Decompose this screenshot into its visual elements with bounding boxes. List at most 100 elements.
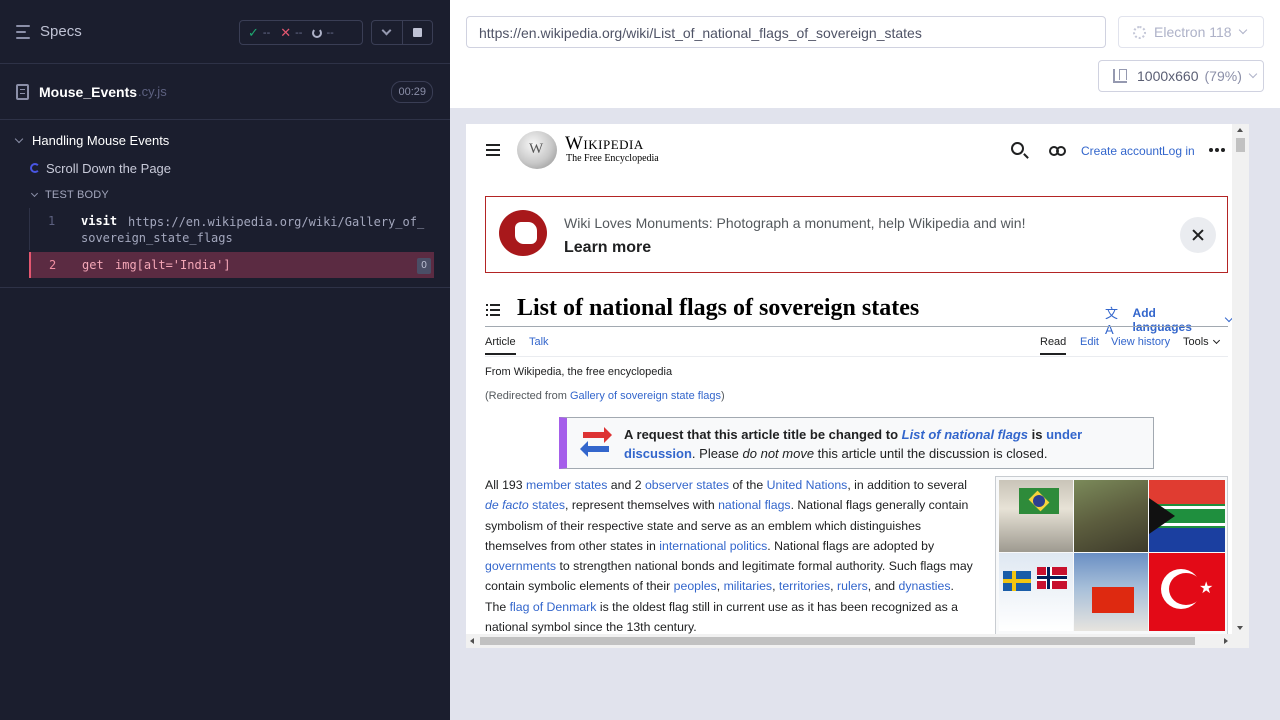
tab-view-history[interactable]: View history <box>1111 336 1170 348</box>
runner-controls <box>371 20 433 45</box>
wikipedia-page: Wikipedia The Free Encyclopedia Create a… <box>466 124 1234 636</box>
viewport-size: 1000x660 <box>1137 68 1199 84</box>
rulers-link[interactable]: rulers <box>837 579 868 593</box>
united-nations-link[interactable]: United Nations <box>767 478 848 492</box>
tab-talk[interactable]: Talk <box>529 336 549 348</box>
scroll-thumb[interactable] <box>480 637 1195 645</box>
chevron-down-icon <box>381 25 392 36</box>
suite-title[interactable]: Handling Mouse Events <box>0 126 450 154</box>
observer-states-link[interactable]: observer states <box>645 478 729 492</box>
translate-icon: 文A <box>1105 306 1119 337</box>
table-of-contents-icon[interactable] <box>486 304 500 316</box>
governments-link[interactable]: governments <box>485 559 556 573</box>
militaries-link[interactable]: militaries <box>724 579 773 593</box>
command-row[interactable]: 1 visit https://en.wikipedia.org/wiki/Ga… <box>29 208 434 250</box>
test-body-header[interactable]: TEST BODY <box>0 182 450 208</box>
scroll-left-icon <box>470 638 474 644</box>
close-icon[interactable] <box>1180 217 1216 253</box>
discussion-link[interactable]: discussion <box>624 446 692 461</box>
failed-count: -- <box>295 26 303 39</box>
de-facto-states-link[interactable]: de facto states <box>485 498 565 512</box>
run-duration: 00:29 <box>391 81 433 103</box>
search-icon[interactable] <box>1011 142 1024 155</box>
page-tabs: Article Talk Read Edit View history Tool… <box>485 336 1228 356</box>
scroll-down-icon <box>1237 626 1243 630</box>
x-icon: ✕ <box>280 24 292 40</box>
move-discussion-notice: A request that this article title be cha… <box>559 417 1154 469</box>
running-spinner-icon <box>30 163 40 173</box>
url-bar[interactable]: https://en.wikipedia.org/wiki/List_of_na… <box>466 16 1106 48</box>
browser-selector[interactable]: Electron 118 <box>1118 16 1264 48</box>
suite-title-text: Handling Mouse Events <box>32 132 170 148</box>
tools-label: Tools <box>1183 336 1209 348</box>
national-flags-link[interactable]: national flags <box>718 498 790 512</box>
redirect-suffix: ) <box>721 390 725 402</box>
flag-of-denmark-link[interactable]: flag of Denmark <box>510 600 597 614</box>
peoples-link[interactable]: peoples <box>674 579 717 593</box>
divider <box>0 287 450 288</box>
test-title[interactable]: Scroll Down the Page <box>0 154 450 182</box>
preview-toolbar: https://en.wikipedia.org/wiki/List_of_na… <box>450 0 1280 108</box>
proposed-title-link[interactable]: List of national flags <box>902 427 1028 442</box>
scroll-thumb[interactable] <box>1236 138 1245 152</box>
divider <box>485 356 1228 357</box>
browser-name: Electron 118 <box>1154 24 1232 40</box>
collage-south-africa-tile <box>1149 480 1225 552</box>
failed-stat: ✕ -- <box>280 25 302 41</box>
test-suite: Handling Mouse Events Scroll Down the Pa… <box>0 120 450 278</box>
menu-icon[interactable] <box>486 144 500 156</box>
passed-stat: ✓ -- <box>248 25 270 41</box>
tab-read[interactable]: Read <box>1040 336 1067 355</box>
redirect-note: (Redirected from Gallery of sovereign st… <box>485 390 725 402</box>
specs-label[interactable]: Specs <box>40 23 82 40</box>
check-icon: ✓ <box>248 24 259 40</box>
collage-china-flag-tile <box>1074 553 1148 631</box>
app-preview-pane: https://en.wikipedia.org/wiki/List_of_na… <box>450 0 1280 720</box>
site-subtitle: From Wikipedia, the free encyclopedia <box>485 366 673 378</box>
tab-edit[interactable]: Edit <box>1080 336 1099 348</box>
dynasties-link[interactable]: dynasties <box>899 579 951 593</box>
redirect-link[interactable]: Gallery of sovereign state flags <box>570 390 721 402</box>
tools-menu[interactable]: Tools <box>1183 336 1220 348</box>
collapse-button[interactable] <box>372 21 403 44</box>
add-languages-button[interactable]: 文A Add languages <box>1105 303 1234 337</box>
aut-iframe[interactable]: Wikipedia The Free Encyclopedia Create a… <box>466 124 1249 648</box>
tab-article[interactable]: Article <box>485 336 516 355</box>
wikipedia-wordmark[interactable]: Wikipedia <box>565 133 644 155</box>
command-message-continued: sovereign_state_flags <box>81 231 233 245</box>
flag-collage-image[interactable]: ★ <box>995 476 1228 636</box>
collage-soldier-tile <box>1074 480 1148 552</box>
wiki-loves-monuments-logo <box>499 210 547 256</box>
collage-nordic-flags-tile <box>999 553 1073 631</box>
move-arrows-icon <box>580 427 612 458</box>
element-count-badge: 0 <box>417 258 431 274</box>
document-icon <box>16 83 29 100</box>
command-message: https://en.wikipedia.org/wiki/Gallery_of… <box>128 215 425 229</box>
territories-link[interactable]: territories <box>779 579 830 593</box>
scroll-up-icon <box>1237 128 1243 132</box>
viewport-selector[interactable]: 1000x660 (79%) <box>1098 60 1264 92</box>
international-politics-link[interactable]: international politics <box>659 539 767 553</box>
stop-icon <box>412 28 422 37</box>
command-name: get <box>82 258 104 272</box>
cypress-runner-panel: Specs ✓ -- ✕ -- -- Mouse_Events .cy.js 00:… <box>0 0 450 720</box>
member-states-link[interactable]: member states <box>526 478 607 492</box>
wikipedia-globe-logo[interactable] <box>517 131 557 169</box>
passed-count: -- <box>262 26 271 39</box>
stop-button[interactable] <box>403 21 433 44</box>
specs-list-icon[interactable] <box>16 24 32 39</box>
more-options-icon[interactable] <box>1209 148 1225 152</box>
learn-more-link[interactable]: Learn more <box>564 239 651 257</box>
notice-bold-is: is <box>1028 427 1047 442</box>
pending-icon <box>312 27 323 38</box>
pending-count: -- <box>326 26 334 39</box>
horizontal-scrollbar[interactable] <box>466 634 1249 648</box>
command-row-failed[interactable]: 2 get img[alt='India'] 0 <box>29 252 434 278</box>
notice-text-2: this article until the discussion is clo… <box>814 446 1048 461</box>
login-link[interactable]: Log in <box>1162 144 1195 158</box>
create-account-link[interactable]: Create account <box>1081 144 1162 158</box>
under-discussion-link[interactable]: under <box>1046 427 1082 442</box>
vertical-scrollbar[interactable] <box>1232 124 1249 634</box>
appearance-icon[interactable] <box>1049 146 1066 156</box>
brazil-flag-tile <box>1019 488 1059 514</box>
